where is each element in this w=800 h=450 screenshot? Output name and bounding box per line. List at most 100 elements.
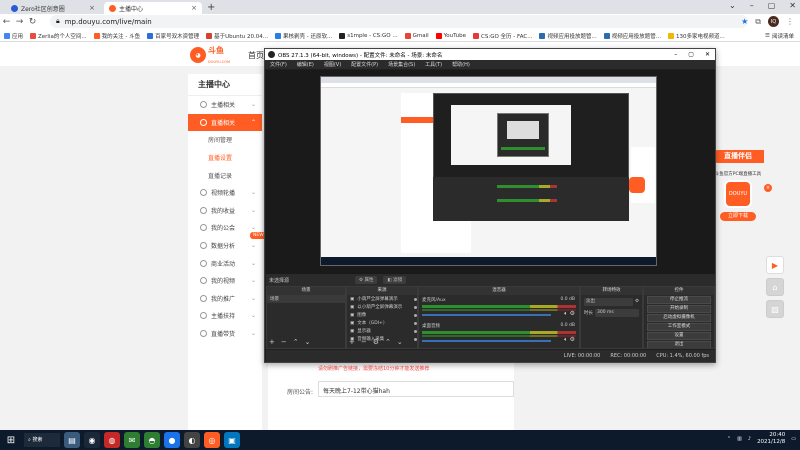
taskbar-app-icon[interactable]: ▤ <box>64 432 80 448</box>
sidebar-item[interactable]: 视频轮播 ⌄ <box>188 184 262 202</box>
sidebar-item[interactable]: 数据分析 ⌄ <box>188 237 262 255</box>
visibility-icon[interactable] <box>414 297 417 301</box>
sidebar-item[interactable]: 我的视频 ⌄ <box>188 272 262 290</box>
bookmark-item[interactable]: 百家号双木资管理 <box>147 32 199 40</box>
taskbar-app-icon[interactable]: ✉ <box>124 432 140 448</box>
obs-preview[interactable] <box>266 70 715 274</box>
control-button[interactable]: 退出 <box>647 341 711 348</box>
control-button[interactable]: 启动虚拟摄像机 <box>647 314 711 322</box>
back-icon[interactable]: ← <box>0 17 13 27</box>
sidebar-item[interactable]: 商业活动 ⌄ <box>188 254 262 272</box>
control-button[interactable]: 开始录制 <box>647 305 711 313</box>
chevron-down-icon[interactable]: ⌄ <box>729 1 736 10</box>
chevron-down-icon[interactable]: ⌄ <box>397 338 403 346</box>
filters-button[interactable]: ◧ 滤镜 <box>383 276 407 284</box>
obs-menu-item[interactable]: 帮助(H) <box>452 61 470 68</box>
remove-icon[interactable]: − <box>361 338 367 346</box>
bookmark-item[interactable]: 果核剥壳 - 还原软... <box>274 32 332 40</box>
bookmark-item[interactable]: 基于Ubuntu 20.04... <box>206 32 268 40</box>
sidebar-item[interactable]: 我的收益 ⌄ <box>188 202 262 220</box>
taskbar-search[interactable]: ⌕ 搜索 <box>24 433 60 447</box>
source-item[interactable]: ▣ 小葫芦全屏弹幕演示 <box>347 295 417 303</box>
close-icon[interactable]: ✕ <box>789 1 796 10</box>
obs-menu-item[interactable]: 工具(T) <box>425 61 442 68</box>
obs-menu-item[interactable]: 视图(V) <box>324 61 341 68</box>
obs-titlebar[interactable]: OBS 27.1.3 (64-bit, windows) - 配置文件: 未命名… <box>265 49 715 60</box>
close-tab-icon[interactable]: × <box>191 4 197 12</box>
taskbar-app-icon[interactable]: ◓ <box>144 432 160 448</box>
add-icon[interactable]: + <box>349 338 355 346</box>
volume-slider[interactable] <box>422 314 551 316</box>
control-button[interactable]: 设置 <box>647 332 711 340</box>
tab-anchor-center[interactable]: 主播中心 × <box>104 2 202 14</box>
obs-menu-item[interactable]: 编辑(E) <box>297 61 314 68</box>
home-icon[interactable]: ⌂ <box>766 278 784 296</box>
control-button[interactable]: 停止推流 <box>647 296 711 304</box>
visibility-icon[interactable] <box>414 305 417 309</box>
transition-select[interactable]: 淡出 <box>584 297 633 306</box>
chevron-up-icon[interactable]: ⌃ <box>293 338 299 346</box>
gear-icon[interactable]: ⚙ <box>373 338 379 346</box>
bookmark-item[interactable]: YouTube <box>435 32 466 39</box>
download-button[interactable]: 立即下载 <box>720 212 756 221</box>
avatar[interactable]: IQ <box>768 16 779 27</box>
properties-button[interactable]: ⚙ 属性 <box>355 276 378 284</box>
taskbar-app-icon[interactable]: ● <box>164 432 180 448</box>
chevron-up-icon[interactable]: ⌃ <box>385 338 391 346</box>
notification-icon[interactable]: ▭ <box>791 436 796 442</box>
taskbar-app-icon[interactable]: ◎ <box>204 432 220 448</box>
sidebar-item[interactable]: 直播相关 ⌃ <box>188 113 262 132</box>
forward-icon[interactable]: → <box>13 17 26 27</box>
close-promo-icon[interactable]: × <box>764 184 772 192</box>
sidebar-item[interactable]: 我的推广 ⌄ <box>188 290 262 308</box>
source-item[interactable]: ▣ 显示器 <box>347 327 417 335</box>
source-item[interactable]: ▣ 图像 <box>347 311 417 319</box>
bookmark-item[interactable]: CS:GO 全历 - FAC... <box>473 32 532 40</box>
maximize-icon[interactable]: ▢ <box>688 51 694 58</box>
tray-chevron-icon[interactable]: ⌃ <box>727 436 731 442</box>
new-tab-button[interactable]: + <box>207 2 215 13</box>
visibility-icon[interactable] <box>414 321 417 325</box>
bookmark-item[interactable]: Gmail <box>404 32 429 39</box>
source-item[interactable]: ▣ 以小葫芦全屏弹幕演示 <box>347 303 417 311</box>
taskbar-app-icon[interactable]: ▣ <box>224 432 240 448</box>
add-icon[interactable]: + <box>269 338 275 346</box>
sidebar-item[interactable]: 直播记录 <box>188 166 262 184</box>
obs-menu-item[interactable]: 文件(F) <box>270 61 287 68</box>
taskbar-app-icon[interactable]: ◐ <box>184 432 200 448</box>
obs-menu-item[interactable]: 配置文件(P) <box>351 61 378 68</box>
reading-list[interactable]: ☰ 阅读清单 <box>761 30 794 41</box>
bookmark-item[interactable]: 130多家电视频道... <box>667 32 725 40</box>
volume-slider[interactable] <box>422 340 551 342</box>
bookmark-item[interactable]: 视频应用投放题管... <box>539 32 597 40</box>
chevron-down-icon[interactable]: ⌄ <box>305 338 311 346</box>
menu-icon[interactable]: ⋮ <box>786 17 794 26</box>
star-icon[interactable]: ★ <box>741 17 748 26</box>
network-icon[interactable]: ▥ <box>737 436 742 442</box>
close-tab-icon[interactable]: × <box>89 4 95 12</box>
bookmark-item[interactable]: s1mple - CS:GO ... <box>339 32 398 39</box>
image-icon[interactable]: ▧ <box>766 300 784 318</box>
play-icon[interactable]: ▶ <box>766 256 784 274</box>
reload-icon[interactable]: ↻ <box>26 17 39 27</box>
extension-icon[interactable]: ⧉ <box>755 17 761 27</box>
remove-icon[interactable]: − <box>281 338 287 346</box>
tab-zero-community[interactable]: Zero社区创意圈 × <box>6 2 100 14</box>
sidebar-item[interactable]: 直播带货 ⌄ <box>188 325 262 343</box>
live-companion-promo[interactable]: 直播伴侣 斗鱼官方PC端直播工具 DOUYU 立即下载 <box>712 150 764 238</box>
minimize-icon[interactable]: – <box>674 51 677 58</box>
speaker-icon[interactable]: 🔈︎ ⚙ <box>564 310 575 318</box>
douyu-logo[interactable]: ◕ 斗鱼 DOUYU.COM <box>190 45 230 65</box>
gear-icon[interactable]: ⚙ <box>635 299 639 304</box>
scene-item[interactable]: 场景 <box>267 295 345 303</box>
minimize-icon[interactable]: – <box>750 1 754 10</box>
speaker-icon[interactable]: 🔈︎ ⚙ <box>564 336 575 344</box>
bookmark-item[interactable]: 应用 <box>4 32 23 40</box>
address-bar[interactable]: 🔒︎ mp.douyu.com/live/main <box>50 15 748 28</box>
obs-window[interactable]: OBS 27.1.3 (64-bit, windows) - 配置文件: 未命名… <box>264 48 716 363</box>
sidebar-item[interactable]: 房间管理 <box>188 131 262 149</box>
taskbar-app-icon[interactable]: ◍ <box>104 432 120 448</box>
duration-field[interactable]: 300 ms <box>595 308 639 317</box>
sidebar-item[interactable]: 主播相关 ⌄ <box>188 96 262 114</box>
obs-menu-item[interactable]: 场景集合(S) <box>388 61 415 68</box>
